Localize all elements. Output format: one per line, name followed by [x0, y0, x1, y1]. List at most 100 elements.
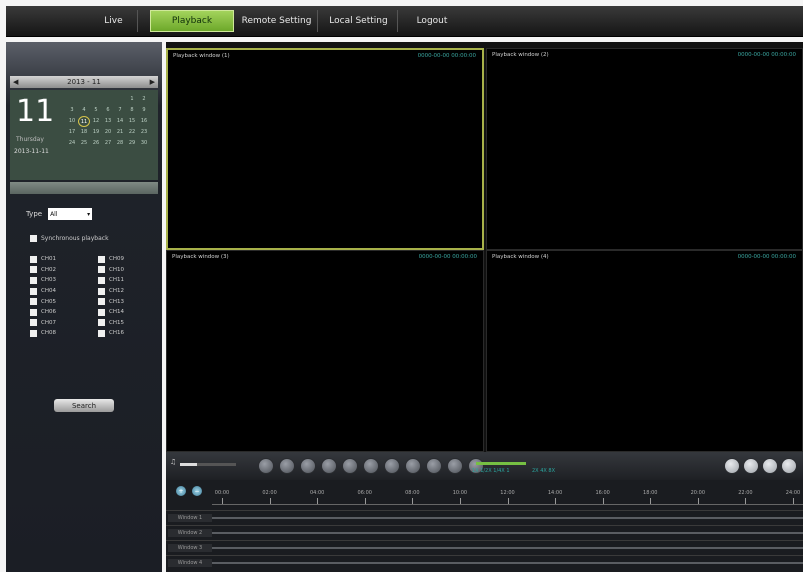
- chevron-left-icon[interactable]: ◀: [13, 78, 18, 86]
- calendar-day[interactable]: 13: [102, 116, 114, 127]
- calendar-day[interactable]: 20: [102, 127, 114, 138]
- channel-option[interactable]: CH10: [98, 265, 158, 276]
- channel-checkbox[interactable]: [98, 255, 105, 263]
- channel-option[interactable]: CH01: [30, 254, 90, 265]
- tab-live[interactable]: Live: [90, 10, 138, 32]
- channel-option[interactable]: CH09: [98, 254, 158, 265]
- channel-checkbox[interactable]: [98, 287, 105, 295]
- timeline-track[interactable]: Window 4: [166, 555, 803, 570]
- calendar-day[interactable]: 16: [138, 116, 150, 127]
- sync-playback-option[interactable]: Synchronous playback: [30, 235, 109, 242]
- calendar-day[interactable]: 18: [78, 127, 90, 138]
- calendar-day[interactable]: 24: [66, 138, 78, 149]
- channel-option[interactable]: CH08: [30, 328, 90, 339]
- calendar-day[interactable]: 3: [66, 105, 78, 116]
- channel-checkbox[interactable]: [30, 276, 37, 284]
- video-pane-4[interactable]: Playback window (4) 0000-00-00 00:00:00: [486, 250, 803, 452]
- prev-icon[interactable]: [384, 458, 400, 474]
- calendar-day[interactable]: 2: [138, 94, 150, 105]
- calendar-day[interactable]: 17: [66, 127, 78, 138]
- layout-1-icon[interactable]: [743, 458, 759, 474]
- calendar-day[interactable]: 6: [102, 105, 114, 116]
- capture-icon[interactable]: [426, 458, 442, 474]
- channel-checkbox[interactable]: [98, 329, 105, 337]
- calendar-day[interactable]: 9: [138, 105, 150, 116]
- calendar-day[interactable]: 22: [126, 127, 138, 138]
- slow-icon[interactable]: [321, 458, 337, 474]
- channel-option[interactable]: CH16: [98, 328, 158, 339]
- channel-checkbox[interactable]: [98, 308, 105, 316]
- calendar-day[interactable]: 12: [90, 116, 102, 127]
- stop-icon[interactable]: [300, 458, 316, 474]
- channel-checkbox[interactable]: [98, 298, 105, 306]
- next-icon[interactable]: [405, 458, 421, 474]
- fullscreen-icon[interactable]: [724, 458, 740, 474]
- calendar-day[interactable]: 1: [126, 94, 138, 105]
- channel-option[interactable]: CH02: [30, 265, 90, 276]
- calendar-day[interactable]: 11: [78, 116, 90, 127]
- channel-checkbox[interactable]: [30, 319, 37, 327]
- layout-4-icon[interactable]: [762, 458, 778, 474]
- calendar-day[interactable]: 23: [138, 127, 150, 138]
- volume-icon[interactable]: ♫: [170, 458, 176, 466]
- channel-option[interactable]: CH07: [30, 318, 90, 329]
- calendar-day[interactable]: 8: [126, 105, 138, 116]
- calendar-day[interactable]: 7: [114, 105, 126, 116]
- pause-icon[interactable]: [279, 458, 295, 474]
- play-icon[interactable]: [258, 458, 274, 474]
- channel-checkbox[interactable]: [30, 308, 37, 316]
- calendar-day[interactable]: 28: [114, 138, 126, 149]
- video-pane-3[interactable]: Playback window (3) 0000-00-00 00:00:00: [166, 250, 484, 452]
- layout-9-icon[interactable]: [781, 458, 797, 474]
- search-button[interactable]: Search: [54, 399, 114, 412]
- calendar-day[interactable]: 15: [126, 116, 138, 127]
- channel-checkbox[interactable]: [30, 287, 37, 295]
- zoom-in-icon[interactable]: +: [176, 486, 186, 496]
- speed-slider[interactable]: [476, 462, 526, 465]
- calendar-day[interactable]: 4: [78, 105, 90, 116]
- channel-option[interactable]: CH04: [30, 286, 90, 297]
- channel-option[interactable]: CH03: [30, 275, 90, 286]
- channel-option[interactable]: CH13: [98, 296, 158, 307]
- calendar-day[interactable]: 14: [114, 116, 126, 127]
- channel-checkbox[interactable]: [30, 255, 37, 263]
- chevron-right-icon[interactable]: ▶: [150, 78, 155, 86]
- tab-local-setting[interactable]: Local Setting: [320, 10, 398, 32]
- channel-option[interactable]: CH06: [30, 307, 90, 318]
- channel-checkbox[interactable]: [30, 266, 37, 274]
- channel-checkbox[interactable]: [30, 329, 37, 337]
- calendar-day[interactable]: 25: [78, 138, 90, 149]
- frame-icon[interactable]: [363, 458, 379, 474]
- calendar-day[interactable]: 29: [126, 138, 138, 149]
- channel-option[interactable]: CH05: [30, 296, 90, 307]
- calendar-day[interactable]: 10: [66, 116, 78, 127]
- record-icon[interactable]: [447, 458, 463, 474]
- timeline-track[interactable]: Window 3: [166, 540, 803, 555]
- channel-option[interactable]: CH11: [98, 275, 158, 286]
- zoom-out-icon[interactable]: −: [192, 486, 202, 496]
- video-pane-1[interactable]: Playback window (1) 0000-00-00 00:00:00: [166, 48, 484, 250]
- sync-playback-checkbox[interactable]: [30, 235, 37, 242]
- calendar-day[interactable]: 26: [90, 138, 102, 149]
- channel-checkbox[interactable]: [98, 319, 105, 327]
- tab-playback[interactable]: Playback: [150, 10, 234, 32]
- calendar-day[interactable]: 21: [114, 127, 126, 138]
- channel-option[interactable]: CH15: [98, 318, 158, 329]
- video-pane-2[interactable]: Playback window (2) 0000-00-00 00:00:00: [486, 48, 803, 250]
- calendar-day[interactable]: 27: [102, 138, 114, 149]
- calendar-day[interactable]: 5: [90, 105, 102, 116]
- tab-remote-setting[interactable]: Remote Setting: [236, 10, 318, 32]
- channel-option[interactable]: CH12: [98, 286, 158, 297]
- channel-checkbox[interactable]: [30, 298, 37, 306]
- calendar-day[interactable]: 30: [138, 138, 150, 149]
- calendar-day[interactable]: 19: [90, 127, 102, 138]
- channel-option[interactable]: CH14: [98, 307, 158, 318]
- volume-slider[interactable]: [180, 463, 236, 466]
- timeline-ruler[interactable]: 00:00 02:00 04:00 06:00 08:00 10:00 12:00 14:00…: [212, 490, 803, 505]
- fast-icon[interactable]: [342, 458, 358, 474]
- tab-logout[interactable]: Logout: [404, 10, 460, 32]
- channel-checkbox[interactable]: [98, 276, 105, 284]
- timeline-track[interactable]: Window 1: [166, 510, 803, 525]
- type-select[interactable]: All ▾: [48, 208, 93, 220]
- channel-checkbox[interactable]: [98, 266, 105, 274]
